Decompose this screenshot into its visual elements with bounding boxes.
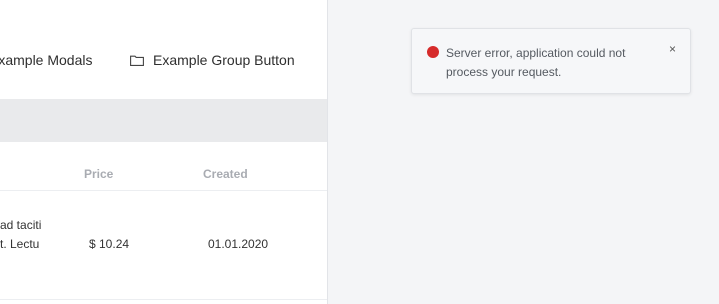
nav-link-example-group-button[interactable]: Example Group Button (130, 52, 295, 68)
toolbar-band (0, 99, 327, 142)
row-divider (0, 299, 327, 300)
main-panel: Example Modals Example Group Button Pric… (0, 0, 328, 304)
nav-link-example-modals[interactable]: Example Modals (0, 52, 93, 68)
column-header-created[interactable]: Created (203, 167, 248, 181)
nav-link-label: Example Group Button (153, 52, 295, 68)
description-line: ad taciti (0, 218, 42, 232)
toast-message: Server error, application could not proc… (446, 46, 626, 79)
table-cell-price: $ 10.24 (89, 237, 130, 251)
table-cell-description: ad taciti t. Lectu (0, 216, 41, 254)
error-dot-icon (427, 46, 439, 58)
column-header-price[interactable]: Price (84, 167, 113, 181)
table-cell-created: 01.01.2020 (208, 237, 269, 251)
close-icon[interactable]: × (669, 42, 676, 56)
header-divider (0, 190, 327, 191)
description-line: t. Lectu (0, 237, 40, 251)
error-toast: Server error, application could not proc… (411, 28, 691, 94)
folder-icon (130, 55, 144, 66)
